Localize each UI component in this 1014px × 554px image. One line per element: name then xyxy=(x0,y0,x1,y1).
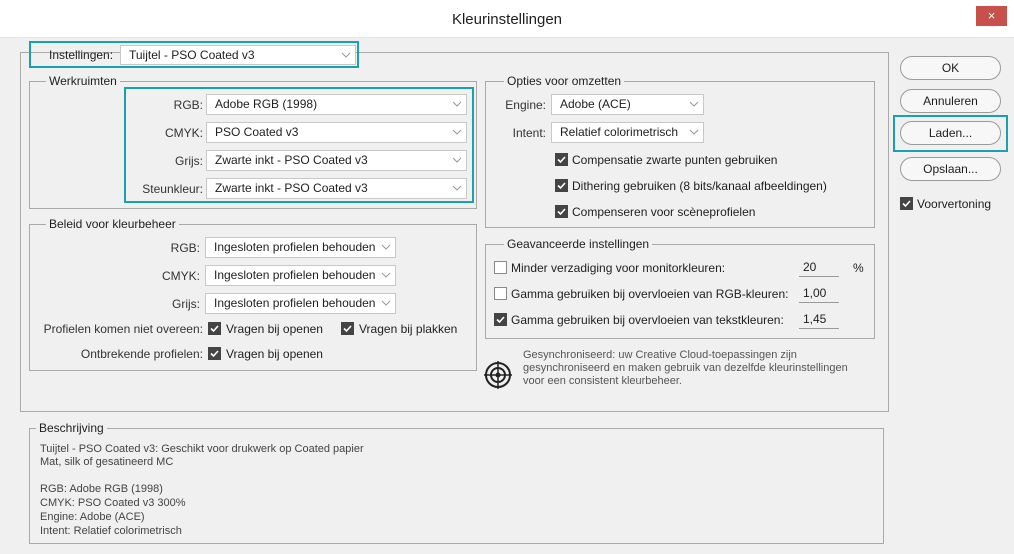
gamma-text-input[interactable]: 1,45 xyxy=(799,310,839,329)
scene-profile-checkbox[interactable] xyxy=(555,205,568,218)
checkmark-icon xyxy=(557,182,566,190)
policy-gray-select[interactable]: Ingesloten profielen behouden xyxy=(205,293,396,314)
chevron-down-icon xyxy=(689,99,699,109)
gamma-text-checkbox[interactable] xyxy=(494,313,507,326)
workspace-rgb-value: Adobe RGB (1998) xyxy=(215,97,318,111)
description-line: CMYK: PSO Coated v3 300% xyxy=(40,497,186,509)
gamma-rgb-checkbox[interactable] xyxy=(494,287,507,300)
policy-rgb-label: RGB: xyxy=(170,241,200,255)
gamma-text-label: Gamma gebruiken bij overvloeien van teks… xyxy=(511,313,784,327)
workspace-gray-label: Grijs: xyxy=(175,154,203,168)
intent-label: Intent: xyxy=(512,126,546,140)
desaturate-label: Minder verzadiging voor monitorkleuren: xyxy=(511,261,726,275)
missing-open-checkbox[interactable] xyxy=(208,347,221,360)
cancel-button[interactable]: Annuleren xyxy=(900,89,1001,113)
policy-cmyk-value: Ingesloten profielen behouden xyxy=(214,268,376,282)
workspace-cmyk-value: PSO Coated v3 xyxy=(215,125,299,139)
dithering-checkbox[interactable] xyxy=(555,179,568,192)
workspace-gray-value: Zwarte inkt - PSO Coated v3 xyxy=(215,153,368,167)
engine-label: Engine: xyxy=(505,98,546,112)
ok-button[interactable]: OK xyxy=(900,56,1001,80)
checkmark-icon xyxy=(343,325,352,333)
mismatch-paste-checkbox[interactable] xyxy=(341,322,354,335)
mismatch-paste-label: Vragen bij plakken xyxy=(359,322,458,336)
chevron-down-icon xyxy=(452,127,462,137)
description-line: RGB: Adobe RGB (1998) xyxy=(40,483,163,495)
policy-cmyk-label: CMYK: xyxy=(161,269,200,283)
sync-text-line: voor een consistent kleurbeheer. xyxy=(523,375,682,387)
dithering-label: Dithering gebruiken (8 bits/kanaal afbee… xyxy=(572,179,827,193)
workspace-spot-select[interactable]: Zwarte inkt - PSO Coated v3 xyxy=(206,178,467,199)
intent-select[interactable]: Relatief colorimetrisch xyxy=(551,122,704,143)
close-button[interactable]: × xyxy=(976,6,1007,26)
intent-value: Relatief colorimetrisch xyxy=(560,125,679,139)
desaturate-input[interactable]: 20 xyxy=(799,258,839,277)
policy-cmyk-select[interactable]: Ingesloten profielen behouden xyxy=(205,265,396,286)
description-line: Intent: Relatief colorimetrisch xyxy=(40,525,182,537)
checkmark-icon xyxy=(902,200,911,208)
chevron-down-icon xyxy=(381,270,391,280)
workspace-rgb-select[interactable]: Adobe RGB (1998) xyxy=(206,94,467,115)
policy-gray-label: Grijs: xyxy=(172,297,200,311)
settings-value: Tuijtel - PSO Coated v3 xyxy=(129,48,255,62)
preview-checkbox[interactable] xyxy=(900,197,913,210)
load-button[interactable]: Laden... xyxy=(900,121,1001,145)
checkmark-icon xyxy=(496,316,505,324)
engine-select[interactable]: Adobe (ACE) xyxy=(551,94,704,115)
missing-label: Ontbrekende profielen: xyxy=(80,347,203,361)
workspace-spot-label: Steunkleur: xyxy=(142,182,203,196)
checkmark-icon xyxy=(557,208,566,216)
scene-profile-label: Compenseren voor scèneprofielen xyxy=(572,205,756,219)
chevron-down-icon xyxy=(381,298,391,308)
engine-value: Adobe (ACE) xyxy=(560,97,631,111)
chevron-down-icon xyxy=(341,50,351,60)
chevron-down-icon xyxy=(452,183,462,193)
description-title: Beschrijving xyxy=(36,421,107,435)
workspaces-title: Werkruimten xyxy=(46,74,120,88)
checkmark-icon xyxy=(210,350,219,358)
sync-text-line: gesynchroniseerd en maken gebruik van de… xyxy=(523,362,848,374)
settings-select[interactable]: Tuijtel - PSO Coated v3 xyxy=(120,45,356,65)
settings-label: Instellingen: xyxy=(49,48,114,62)
workspace-gray-select[interactable]: Zwarte inkt - PSO Coated v3 xyxy=(206,150,467,171)
sync-target-icon xyxy=(484,361,512,389)
save-button[interactable]: Opslaan... xyxy=(900,157,1001,181)
mismatch-label: Profielen komen niet overeen: xyxy=(43,322,203,336)
workspace-rgb-label: RGB: xyxy=(173,98,203,112)
sync-text-line: Gesynchroniseerd: uw Creative Cloud-toep… xyxy=(523,349,797,361)
description-line: Mat, silk of gesatineerd MC xyxy=(40,456,174,468)
blackpoint-label: Compensatie zwarte punten gebruiken xyxy=(572,153,778,167)
chevron-down-icon xyxy=(452,155,462,165)
desaturate-unit: % xyxy=(853,261,864,275)
mismatch-open-checkbox[interactable] xyxy=(208,322,221,335)
workspace-spot-value: Zwarte inkt - PSO Coated v3 xyxy=(215,181,368,195)
conversion-title: Opties voor omzetten xyxy=(504,74,625,88)
description-line: Tuijtel - PSO Coated v3: Geschikt voor d… xyxy=(40,443,364,455)
gamma-rgb-input[interactable]: 1,00 xyxy=(799,284,839,303)
preview-label: Voorvertoning xyxy=(917,197,992,211)
policy-rgb-value: Ingesloten profielen behouden xyxy=(214,240,376,254)
gamma-rgb-label: Gamma gebruiken bij overvloeien van RGB-… xyxy=(511,287,789,301)
chevron-down-icon xyxy=(381,242,391,252)
advanced-title: Geavanceerde instellingen xyxy=(504,237,653,251)
blackpoint-checkbox[interactable] xyxy=(555,153,568,166)
checkmark-icon xyxy=(210,325,219,333)
policy-rgb-select[interactable]: Ingesloten profielen behouden xyxy=(205,237,396,258)
mismatch-open-label: Vragen bij openen xyxy=(226,322,323,336)
chevron-down-icon xyxy=(452,99,462,109)
chevron-down-icon xyxy=(689,127,699,137)
workspace-cmyk-select[interactable]: PSO Coated v3 xyxy=(206,122,467,143)
workspace-cmyk-label: CMYK: xyxy=(164,126,203,140)
window-title: Kleurinstellingen xyxy=(451,11,563,28)
missing-open-label: Vragen bij openen xyxy=(226,347,323,361)
policy-gray-value: Ingesloten profielen behouden xyxy=(214,296,376,310)
desaturate-checkbox[interactable] xyxy=(494,261,507,274)
checkmark-icon xyxy=(557,156,566,164)
policy-title: Beleid voor kleurbeheer xyxy=(46,217,179,231)
description-line: Engine: Adobe (ACE) xyxy=(40,511,145,523)
